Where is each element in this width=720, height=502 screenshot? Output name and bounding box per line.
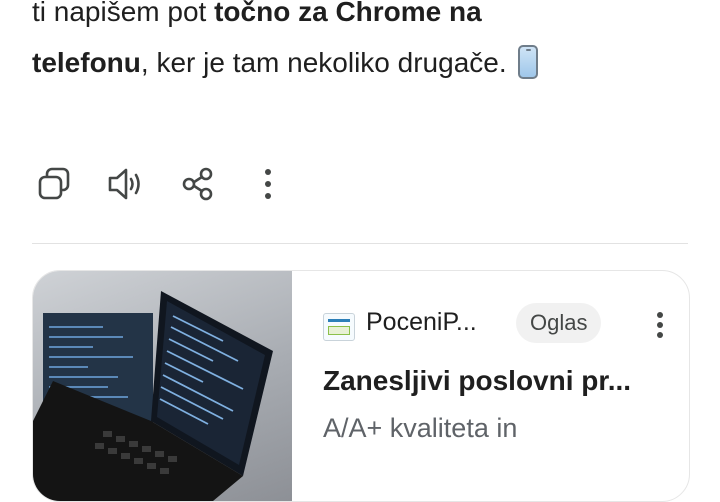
- ad-description: A/A+ kvaliteta in: [323, 413, 518, 443]
- more-vert-icon: [657, 312, 663, 338]
- ad-image-laptop: [33, 271, 292, 501]
- ad-more-options-button[interactable]: [648, 305, 672, 345]
- message-line-2: telefonu, ker je tam nekoliko drugače.: [32, 37, 692, 88]
- copy-icon: [38, 167, 70, 200]
- share-icon: [182, 167, 213, 201]
- ad-title[interactable]: Zanesljivi poslovni pr...: [323, 365, 631, 397]
- more-options-button[interactable]: [246, 162, 290, 206]
- laptop-photo: [33, 291, 273, 501]
- sponsored-ad-card[interactable]: PoceniP... Oglas Zanesljivi poslovni pr.…: [32, 270, 690, 502]
- assistant-message: ti napišem pot točno za Chrome na telefo…: [32, 0, 692, 88]
- speaker-icon: [108, 168, 140, 200]
- read-aloud-button[interactable]: [104, 162, 148, 206]
- message-bold-text: telefonu: [32, 47, 141, 78]
- message-text: , ker je tam nekoliko drugače.: [140, 47, 507, 78]
- copy-button[interactable]: [32, 162, 76, 206]
- message-text: ti napišem pot: [32, 0, 215, 27]
- advertiser-logo: [323, 313, 355, 341]
- message-line-1: ti napišem pot točno za Chrome na: [32, 0, 692, 37]
- divider: [32, 243, 688, 244]
- ad-body: PoceniP... Oglas Zanesljivi poslovni pr.…: [323, 271, 689, 501]
- mobile-phone-emoji: [518, 45, 539, 79]
- more-vert-icon: [265, 169, 271, 199]
- ad-label-badge: Oglas: [516, 303, 602, 343]
- share-button[interactable]: [176, 162, 220, 206]
- advertiser-name[interactable]: PoceniP...: [366, 308, 477, 337]
- message-bold-text: točno za Chrome na: [214, 0, 482, 27]
